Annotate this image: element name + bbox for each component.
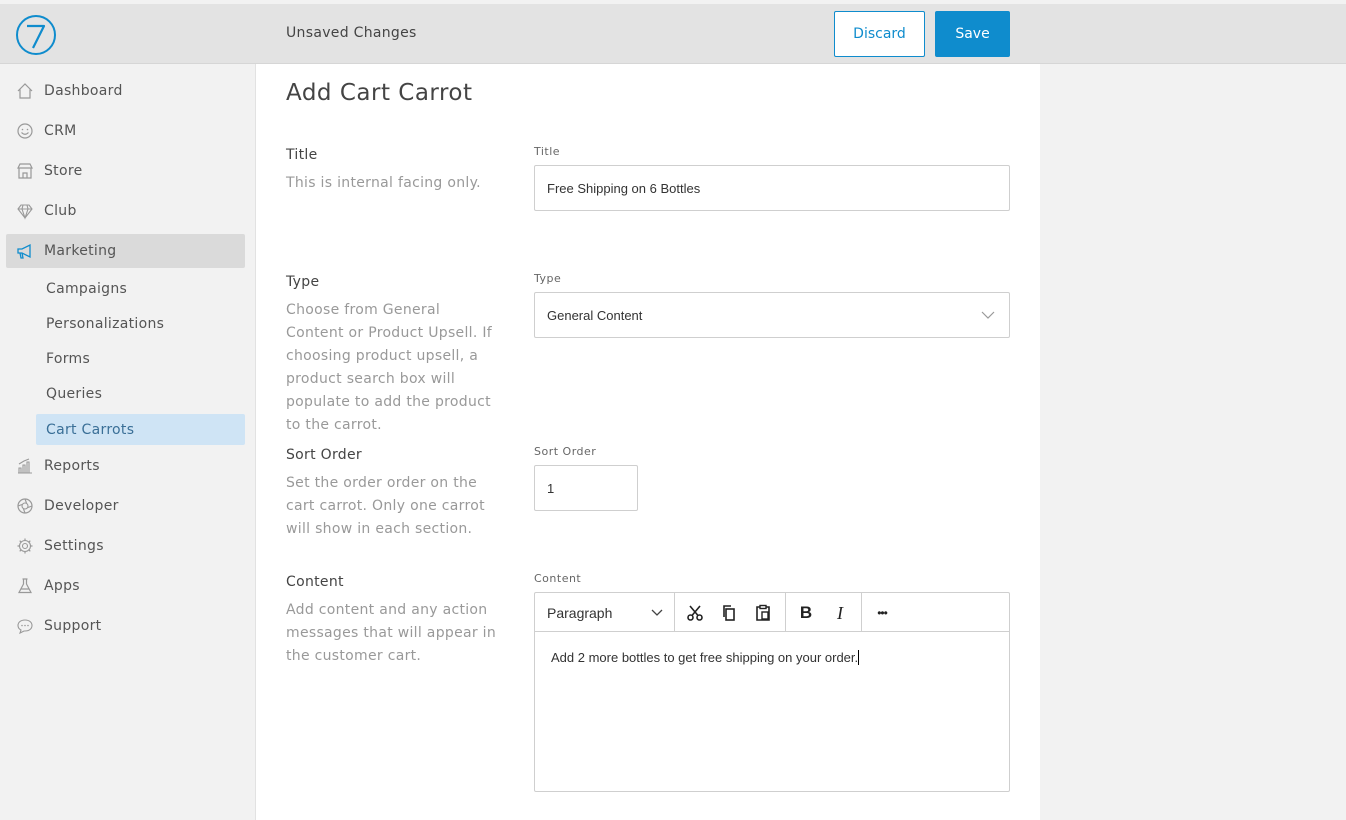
sort-order-field-label: Sort Order — [534, 445, 597, 458]
sidebar-item-developer[interactable]: Developer — [6, 489, 245, 523]
paragraph-format-label: Paragraph — [547, 605, 613, 621]
type-select[interactable]: General Content — [534, 292, 1010, 338]
sidebar-item-club[interactable]: Club — [6, 194, 245, 228]
toolbar-divider — [861, 593, 862, 632]
page-title: Add Cart Carrot — [286, 80, 473, 106]
text-cursor — [858, 650, 860, 665]
title-section-description: This is internal facing only. — [286, 175, 481, 191]
sidebar-item-label: Developer — [44, 498, 119, 514]
sidebar-item-label: Store — [44, 163, 83, 179]
cut-icon[interactable] — [685, 603, 705, 623]
sidebar-item-store[interactable]: Store — [6, 154, 245, 188]
type-field-label: Type — [534, 272, 562, 285]
sidebar-item-apps[interactable]: Apps — [6, 569, 245, 603]
chevron-down-icon — [651, 609, 663, 616]
title-input[interactable]: Free Shipping on 6 Bottles — [534, 165, 1010, 211]
sidebar-subitem-label: Queries — [46, 385, 103, 402]
sort-order-input-value: 1 — [547, 480, 555, 496]
unsaved-changes-text: Unsaved Changes — [286, 25, 417, 41]
toolbar-divider — [674, 593, 675, 632]
sidebar-subitem-label: Cart Carrots — [46, 421, 135, 438]
sidebar-item-support[interactable]: Support — [6, 609, 245, 643]
sort-order-section-heading: Sort Order — [286, 447, 362, 463]
sidebar: Dashboard CRM Store Club Marketing Campa… — [0, 64, 256, 820]
chevron-down-icon — [981, 311, 995, 319]
content-field-label: Content — [534, 572, 582, 585]
sidebar-item-label: Reports — [44, 458, 100, 474]
editor-body-text: Add 2 more bottles to get free shipping … — [551, 650, 859, 665]
sidebar-subitem-forms[interactable]: Forms — [36, 343, 245, 374]
sidebar-subitem-label: Personalizations — [46, 315, 165, 332]
sidebar-subitem-personalizations[interactable]: Personalizations — [36, 308, 245, 339]
sidebar-item-settings[interactable]: Settings — [6, 529, 245, 563]
aperture-icon — [17, 498, 33, 514]
content-section-heading: Content — [286, 574, 344, 590]
more-options-button[interactable]: ••• — [872, 603, 892, 623]
copy-icon[interactable] — [719, 603, 739, 623]
title-field-label: Title — [534, 145, 561, 158]
toolbar-divider — [785, 593, 786, 632]
sidebar-item-marketing[interactable]: Marketing — [6, 234, 245, 268]
title-section-heading: Title — [286, 147, 318, 163]
sort-order-section-description: Set the order order on the cart carrot. … — [286, 475, 485, 537]
sidebar-item-crm[interactable]: CRM — [6, 114, 245, 148]
bold-button[interactable]: B — [796, 603, 816, 623]
top-bar: Unsaved Changes Discard Save — [0, 4, 1346, 64]
chat-bubble-icon — [17, 619, 33, 635]
sidebar-item-label: Club — [44, 203, 77, 219]
sidebar-item-label: CRM — [44, 123, 77, 139]
flask-icon — [18, 578, 32, 594]
gear-icon — [17, 538, 33, 554]
type-select-value: General Content — [547, 307, 643, 323]
type-section-description: Choose from General Content or Product U… — [286, 302, 492, 433]
sidebar-item-reports[interactable]: Reports — [6, 449, 245, 483]
title-input-value: Free Shipping on 6 Bottles — [547, 180, 701, 196]
sidebar-item-label: Marketing — [44, 243, 117, 259]
rich-text-editor: Paragraph B I ••• Add 2 more bottles to … — [534, 592, 1010, 792]
content-section-description: Add content and any action messages that… — [286, 602, 497, 664]
sidebar-subitem-label: Campaigns — [46, 280, 128, 297]
home-icon — [17, 83, 33, 99]
bar-chart-icon — [18, 458, 32, 474]
sidebar-subitem-campaigns[interactable]: Campaigns — [36, 273, 245, 304]
sort-order-input[interactable]: 1 — [534, 465, 638, 511]
paragraph-format-select[interactable]: Paragraph — [535, 593, 674, 632]
editor-content-area[interactable]: Add 2 more bottles to get free shipping … — [551, 650, 860, 665]
save-button[interactable]: Save — [935, 11, 1010, 57]
type-section-heading: Type — [286, 274, 320, 290]
sidebar-item-label: Dashboard — [44, 83, 123, 99]
diamond-icon — [17, 204, 33, 220]
editor-toolbar: Paragraph B I ••• — [535, 593, 1009, 632]
sidebar-subitem-cart-carrots[interactable]: Cart Carrots — [36, 414, 245, 445]
sidebar-subitem-label: Forms — [46, 350, 91, 367]
sidebar-item-dashboard[interactable]: Dashboard — [6, 74, 245, 108]
paste-icon[interactable] — [753, 603, 773, 623]
sidebar-subitem-queries[interactable]: Queries — [36, 378, 245, 409]
discard-button[interactable]: Discard — [834, 11, 925, 57]
storefront-icon — [17, 163, 33, 179]
sidebar-item-label: Settings — [44, 538, 104, 554]
megaphone-icon — [17, 243, 31, 259]
sidebar-item-label: Support — [44, 618, 102, 634]
sidebar-item-label: Apps — [44, 578, 80, 594]
smiley-icon — [17, 123, 33, 139]
italic-button[interactable]: I — [830, 603, 850, 623]
main-panel: Add Cart Carrot Title This is internal f… — [256, 64, 1040, 820]
logo-icon[interactable] — [15, 14, 57, 56]
